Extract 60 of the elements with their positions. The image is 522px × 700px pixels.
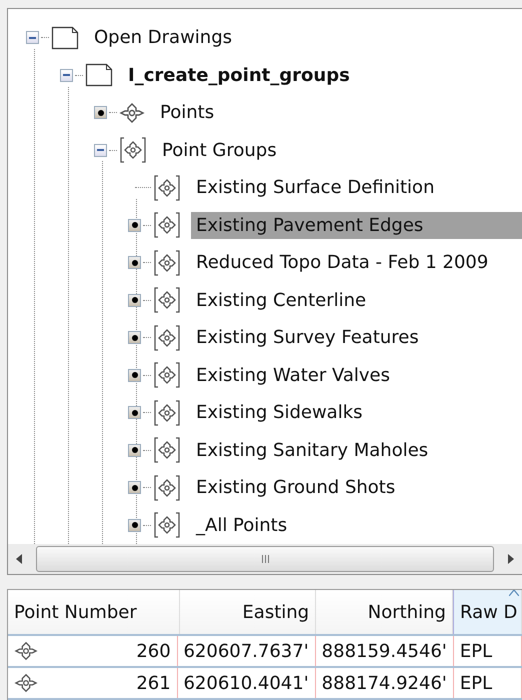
tree-item[interactable]: Existing Pavement Edges bbox=[191, 212, 522, 239]
tree-item[interactable]: Existing Water Valves bbox=[191, 362, 396, 389]
expand-toggle[interactable] bbox=[128, 406, 141, 420]
tree-item[interactable]: Existing Centerline bbox=[191, 286, 372, 314]
scroll-right-icon[interactable] bbox=[506, 554, 514, 564]
expand-toggle[interactable] bbox=[128, 368, 141, 382]
table-cell: 888159.4546' bbox=[322, 640, 447, 662]
point-group-icon bbox=[153, 174, 181, 201]
scroll-thumb[interactable] bbox=[36, 546, 494, 572]
point-icon bbox=[14, 672, 38, 694]
tree-item[interactable]: I_create_point_groups bbox=[123, 62, 355, 89]
expand-toggle[interactable] bbox=[128, 481, 141, 494]
tree-item[interactable]: Open Drawings bbox=[89, 24, 238, 52]
table-cell: 261 bbox=[136, 672, 171, 694]
expand-toggle[interactable] bbox=[128, 218, 141, 232]
document-icon bbox=[85, 63, 113, 88]
column-header[interactable]: Raw D bbox=[452, 590, 522, 634]
tree-item[interactable]: Point Groups bbox=[157, 136, 282, 164]
table-cell: 620610.4041' bbox=[183, 672, 309, 694]
table-cell: EPL bbox=[460, 640, 492, 662]
point-group-icon bbox=[153, 362, 181, 388]
point-group-icon bbox=[153, 437, 181, 464]
expand-toggle[interactable] bbox=[94, 106, 107, 120]
expand-toggle[interactable] bbox=[128, 518, 141, 532]
tree-item[interactable]: Existing Survey Features bbox=[191, 324, 424, 352]
document-icon bbox=[51, 26, 79, 50]
point-icon bbox=[14, 640, 38, 662]
point-group-icon bbox=[153, 212, 181, 238]
expand-toggle[interactable] bbox=[128, 294, 141, 307]
table-cell: 260 bbox=[136, 640, 171, 662]
table-cell: EPL bbox=[460, 672, 492, 694]
expand-toggle[interactable] bbox=[128, 331, 141, 344]
column-header[interactable]: Easting bbox=[180, 590, 316, 634]
collapse-toggle[interactable] bbox=[26, 31, 39, 44]
point-group-icon bbox=[153, 250, 181, 276]
point-group-icon bbox=[153, 400, 181, 426]
tree-item[interactable]: Existing Sanitary Maholes bbox=[191, 436, 434, 464]
horizontal-scrollbar[interactable] bbox=[8, 544, 522, 574]
point-group-icon bbox=[153, 474, 181, 501]
sort-icon bbox=[509, 590, 519, 596]
table-cell: 620607.7637' bbox=[183, 640, 309, 662]
scroll-left-icon[interactable] bbox=[16, 554, 24, 564]
expand-toggle[interactable] bbox=[128, 444, 141, 457]
point-group-icon bbox=[153, 287, 181, 314]
collapse-toggle[interactable] bbox=[94, 144, 107, 157]
expand-toggle[interactable] bbox=[128, 256, 141, 270]
tree-item[interactable]: Existing Ground Shots bbox=[191, 474, 400, 502]
point-icon bbox=[119, 100, 145, 125]
point-group-icon bbox=[153, 324, 181, 351]
column-header[interactable]: Northing bbox=[316, 590, 453, 634]
column-header[interactable]: Point Number bbox=[8, 590, 180, 634]
table-cell: 888174.9246' bbox=[322, 672, 447, 694]
point-group-icon bbox=[119, 137, 147, 164]
tree-item[interactable]: Points bbox=[155, 99, 220, 126]
tree-item[interactable]: _All Points bbox=[191, 512, 292, 539]
tree-item[interactable]: Existing Sidewalks bbox=[191, 399, 368, 426]
tree-item[interactable]: Reduced Topo Data - Feb 1 2009 bbox=[191, 249, 494, 276]
point-group-icon bbox=[153, 512, 181, 538]
tree-item[interactable]: Existing Surface Definition bbox=[191, 174, 440, 202]
collapse-toggle[interactable] bbox=[60, 68, 73, 82]
